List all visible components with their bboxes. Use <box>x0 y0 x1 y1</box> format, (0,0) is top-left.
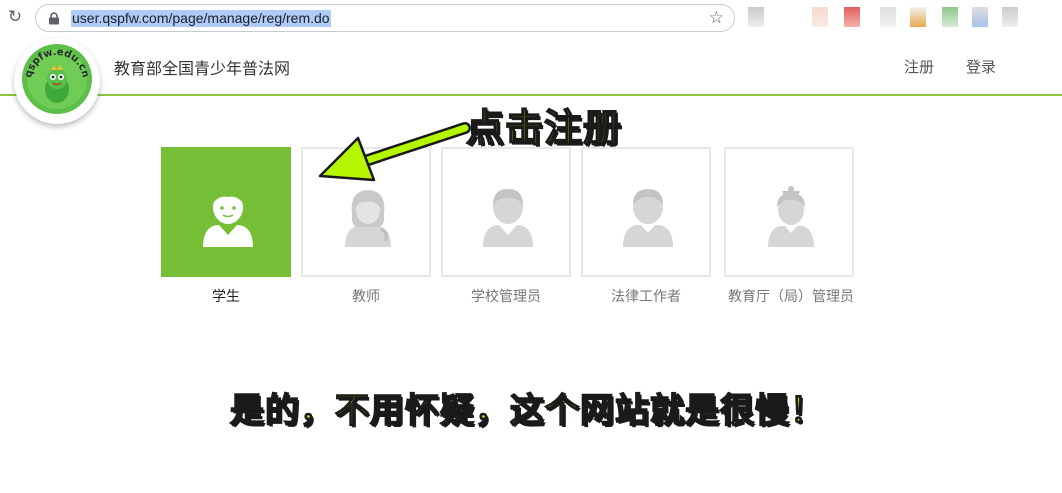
student-avatar-icon <box>203 189 253 247</box>
extension-icon[interactable] <box>812 7 828 27</box>
role-label-bureau-admin[interactable]: 教育厅（局）管理员 <box>723 287 859 307</box>
bureau-admin-avatar-icon <box>768 186 814 247</box>
extension-icon[interactable] <box>972 7 988 27</box>
annotation-arrow-icon <box>318 122 471 182</box>
register-link[interactable]: 注册 <box>904 56 934 77</box>
extension-icon[interactable] <box>910 7 926 27</box>
reload-icon[interactable]: ↻ <box>4 6 26 28</box>
extension-icon[interactable] <box>880 7 896 27</box>
extension-icon[interactable] <box>1002 7 1018 27</box>
site-logo[interactable]: qspfw.edu.cn <box>14 38 100 124</box>
extension-icon[interactable] <box>942 7 958 27</box>
role-card-student[interactable] <box>161 147 291 277</box>
extension-icon[interactable] <box>748 7 764 27</box>
extension-icon[interactable] <box>844 7 860 27</box>
address-bar[interactable]: user.qspfw.com/page/manage/reg/rem.do ☆ <box>35 4 735 32</box>
extension-icons <box>748 7 1048 29</box>
annotation-slow-note: 是的，不用怀疑，这个网站就是很慢！ <box>229 390 825 432</box>
legal-worker-avatar-icon <box>623 189 673 247</box>
annotation-click-hint: 点击注册 <box>465 105 623 151</box>
role-label-legal-worker[interactable]: 法律工作者 <box>578 287 714 307</box>
site-title: 教育部全国青少年普法网 <box>114 59 291 78</box>
role-label-student[interactable]: 学生 <box>158 287 294 307</box>
url-text[interactable]: user.qspfw.com/page/manage/reg/rem.do <box>71 10 331 27</box>
browser-toolbar: ↻ user.qspfw.com/page/manage/reg/rem.do … <box>0 0 1062 36</box>
role-label-teacher[interactable]: 教师 <box>298 287 434 307</box>
role-card-bureau-admin[interactable] <box>724 147 854 277</box>
login-link[interactable]: 登录 <box>966 56 996 77</box>
star-icon[interactable]: ☆ <box>709 8 724 28</box>
logo-badge: qspfw.edu.cn <box>22 44 92 114</box>
role-card-legal-worker[interactable] <box>581 147 711 277</box>
role-label-school-admin[interactable]: 学校管理员 <box>438 287 574 307</box>
lock-icon <box>49 12 59 25</box>
